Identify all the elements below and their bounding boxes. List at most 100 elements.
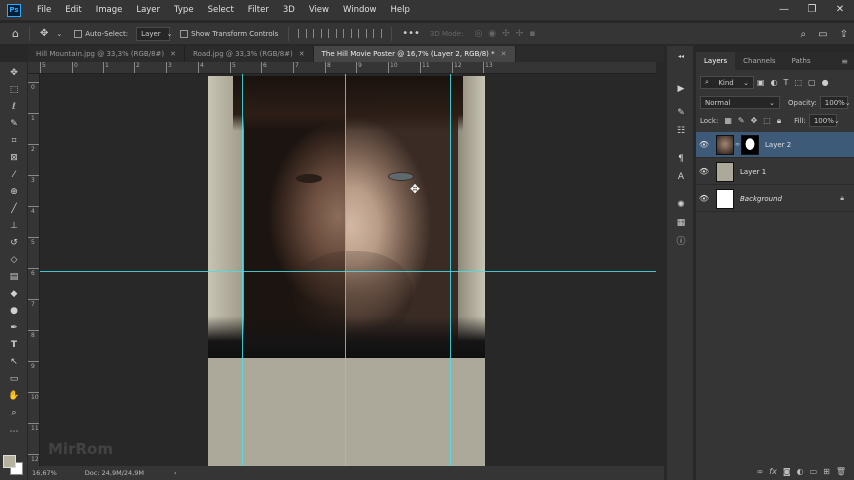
character-icon[interactable]: A bbox=[674, 170, 688, 183]
more-tools-icon[interactable]: ⋯ bbox=[6, 425, 22, 439]
fill-input[interactable]: 100% ⌄ bbox=[808, 114, 840, 127]
menu-image[interactable]: Image bbox=[89, 0, 130, 20]
menu-help[interactable]: Help bbox=[384, 0, 417, 20]
ruler-vertical[interactable]: 0 1 2 3 4 5 6 7 8 9 10 11 12 bbox=[28, 74, 40, 466]
mask-icon[interactable]: ◙ bbox=[783, 467, 791, 476]
lock-artboard-icon[interactable]: ⬚ bbox=[763, 116, 771, 125]
menu-file[interactable]: File bbox=[30, 0, 58, 20]
zoom-tool-icon[interactable]: ⌕ bbox=[6, 406, 22, 420]
lock-position-icon[interactable]: ✥ bbox=[751, 116, 758, 125]
more-options-button[interactable]: ••• bbox=[402, 28, 420, 39]
healing-brush-tool-icon[interactable]: ⊕ bbox=[6, 185, 22, 199]
zoom-level[interactable]: 16,67% bbox=[32, 469, 57, 477]
color-swatches[interactable] bbox=[3, 455, 25, 477]
tab-layers[interactable]: Layers bbox=[696, 52, 736, 70]
filter-pixel-icon[interactable]: ▣ bbox=[757, 78, 765, 87]
home-icon[interactable]: ⌂ bbox=[12, 27, 19, 40]
fx-icon[interactable]: fx bbox=[769, 467, 777, 476]
visibility-eye-icon[interactable]: 👁︎ bbox=[696, 194, 712, 203]
brush-tool-icon[interactable]: ╱ bbox=[6, 202, 22, 216]
layer-name[interactable]: Background bbox=[740, 195, 782, 203]
blend-mode-dropdown[interactable]: Normal ⌄ bbox=[700, 96, 780, 109]
menu-view[interactable]: View bbox=[302, 0, 336, 20]
paragraph-icon[interactable]: ¶ bbox=[674, 152, 688, 165]
tab-paths[interactable]: Paths bbox=[784, 52, 819, 70]
brush-settings-icon[interactable]: ✎ bbox=[674, 106, 688, 119]
layer-mask-thumbnail[interactable] bbox=[741, 134, 759, 155]
checkbox-box[interactable] bbox=[74, 29, 83, 38]
show-transform-checkbox[interactable]: Show Transform Controls bbox=[180, 29, 278, 38]
blur-tool-icon[interactable]: ◆ bbox=[6, 287, 22, 301]
visibility-eye-icon[interactable]: 👁︎ bbox=[696, 140, 712, 149]
workspace-icon[interactable]: ▭ bbox=[818, 29, 827, 40]
type-tool-icon[interactable]: T bbox=[6, 338, 22, 352]
guide-vertical[interactable] bbox=[242, 74, 243, 466]
filter-toggle-icon[interactable]: ● bbox=[822, 78, 829, 87]
share-icon[interactable]: ⇪ bbox=[840, 29, 848, 40]
tab-hill-mountain[interactable]: Hill Mountain.jpg @ 33,3% (RGB/8#) ✕ bbox=[28, 46, 186, 62]
quick-select-tool-icon[interactable]: ✎ bbox=[6, 117, 22, 131]
menu-type[interactable]: Type bbox=[167, 0, 201, 20]
align-right-icon[interactable] bbox=[373, 29, 383, 38]
pen-tool-icon[interactable]: ✒ bbox=[6, 321, 22, 335]
frame-tool-icon[interactable]: ⊠ bbox=[6, 151, 22, 165]
align-bottom-icon[interactable] bbox=[328, 29, 338, 38]
guide-vertical[interactable] bbox=[450, 74, 451, 466]
checkbox-box[interactable] bbox=[180, 29, 189, 38]
lock-all-icon[interactable]: 🔒︎ bbox=[777, 116, 781, 126]
lasso-tool-icon[interactable]: ℓ bbox=[6, 100, 22, 114]
filter-shape-icon[interactable]: ⬚ bbox=[794, 78, 802, 87]
tab-movie-poster[interactable]: The Hill Movie Poster @ 16,7% (Layer 2, … bbox=[313, 46, 516, 62]
dodge-tool-icon[interactable]: ● bbox=[6, 304, 22, 318]
history-brush-tool-icon[interactable]: ↺ bbox=[6, 236, 22, 250]
align-vertical-center-icon[interactable] bbox=[313, 29, 323, 38]
layer-name[interactable]: Layer 2 bbox=[765, 141, 791, 149]
panel-menu-icon[interactable]: ≡ bbox=[841, 57, 848, 66]
align-left-icon[interactable] bbox=[343, 29, 353, 38]
group-icon[interactable]: ▭ bbox=[810, 467, 818, 476]
gradient-tool-icon[interactable]: ▤ bbox=[6, 270, 22, 284]
align-top-icon[interactable] bbox=[298, 29, 308, 38]
layer-row-layer-2[interactable]: 👁︎ ∞ Layer 2 bbox=[696, 132, 854, 158]
search-icon[interactable]: ⌕ bbox=[801, 29, 807, 40]
marquee-tool-icon[interactable]: ⬚ bbox=[6, 83, 22, 97]
menu-3d[interactable]: 3D bbox=[276, 0, 302, 20]
properties-icon[interactable]: ✺ bbox=[674, 198, 688, 211]
filter-adjustment-icon[interactable]: ◐ bbox=[771, 78, 778, 87]
close-icon[interactable]: ✕ bbox=[299, 46, 305, 62]
close-icon[interactable]: ✕ bbox=[501, 46, 507, 62]
menu-edit[interactable]: Edit bbox=[58, 0, 88, 20]
layer-row-layer-1[interactable]: 👁︎ Layer 1 bbox=[696, 159, 854, 185]
guide-vertical[interactable] bbox=[345, 74, 346, 466]
restore-button[interactable]: ❐ bbox=[798, 0, 826, 20]
close-icon[interactable]: ✕ bbox=[170, 46, 176, 62]
menu-select[interactable]: Select bbox=[201, 0, 241, 20]
eraser-tool-icon[interactable]: ◇ bbox=[6, 253, 22, 267]
auto-select-target-dropdown[interactable]: Layer ⌄ bbox=[136, 26, 173, 41]
minimize-button[interactable]: — bbox=[770, 0, 798, 20]
move-tool-icon[interactable]: ✥ bbox=[6, 66, 22, 80]
menu-window[interactable]: Window bbox=[336, 0, 384, 20]
visibility-eye-icon[interactable]: 👁︎ bbox=[696, 167, 712, 176]
auto-select-checkbox[interactable]: Auto-Select: bbox=[74, 29, 128, 38]
collapse-icon[interactable]: ◂◂ bbox=[674, 50, 688, 63]
menu-layer[interactable]: Layer bbox=[129, 0, 167, 20]
tab-road[interactable]: Road.jpg @ 33,3% (RGB/8#) ✕ bbox=[185, 46, 314, 62]
lock-transparent-icon[interactable]: ▦ bbox=[724, 116, 732, 125]
filter-kind-dropdown[interactable]: ⌕ Kind ⌄ bbox=[700, 76, 754, 89]
trash-icon[interactable]: 🗑︎ bbox=[836, 467, 846, 476]
path-select-tool-icon[interactable]: ↖ bbox=[6, 355, 22, 369]
clone-stamp-tool-icon[interactable]: ⊥ bbox=[6, 219, 22, 233]
adjustments-icon[interactable]: ☷ bbox=[674, 124, 688, 137]
ruler-horizontal[interactable]: 5 0 1 2 3 4 5 6 7 8 9 10 11 12 13 bbox=[28, 62, 656, 74]
filter-type-icon[interactable]: T bbox=[784, 78, 789, 87]
lock-pixels-icon[interactable]: ✎ bbox=[738, 116, 745, 125]
guide-horizontal[interactable] bbox=[40, 271, 656, 272]
filter-smart-object-icon[interactable]: ▢ bbox=[808, 78, 816, 87]
layer-row-background[interactable]: 👁︎ Background 🔒︎ bbox=[696, 186, 854, 212]
link-icon[interactable]: ∞ bbox=[757, 467, 764, 476]
histogram-icon[interactable]: ▦ bbox=[674, 216, 688, 229]
canvas-area[interactable]: ✥ MirRom bbox=[40, 74, 656, 466]
tab-channels[interactable]: Channels bbox=[735, 52, 783, 70]
eyedropper-tool-icon[interactable]: ⁄ bbox=[6, 168, 22, 182]
